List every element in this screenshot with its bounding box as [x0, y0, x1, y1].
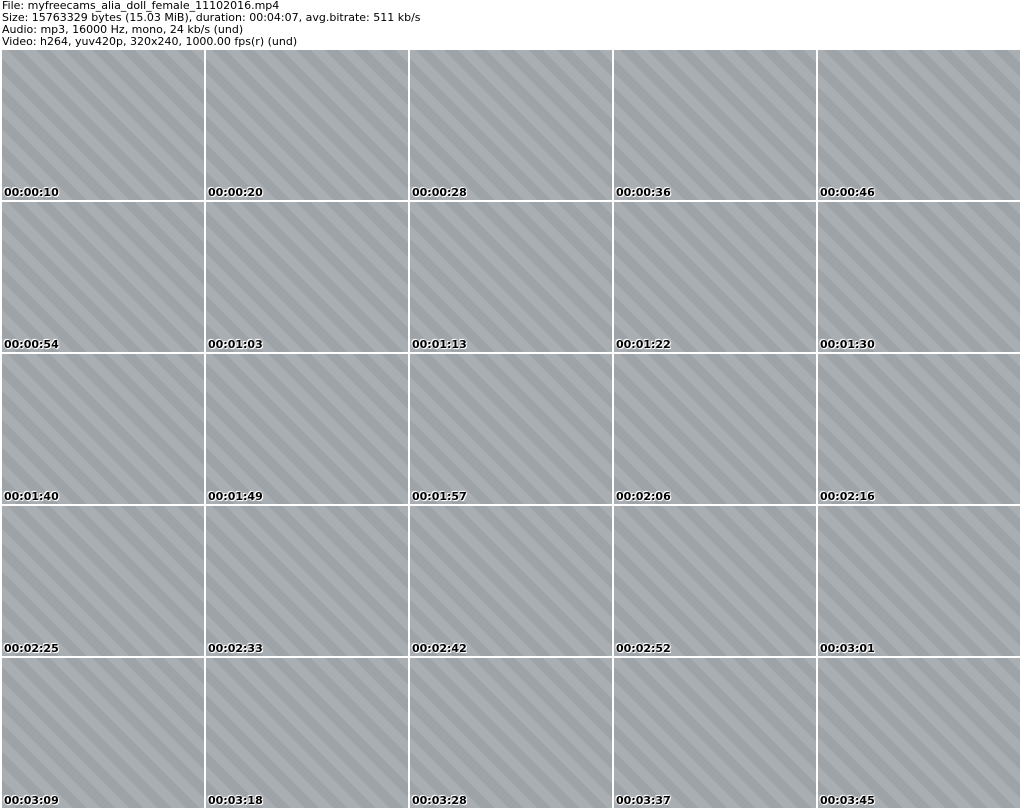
timestamp-label: 00:03:18: [208, 794, 263, 807]
thumbnail-placeholder: [818, 658, 1020, 808]
timestamp-label: 00:03:45: [820, 794, 875, 807]
timestamp-label: 00:00:36: [616, 186, 671, 199]
thumbnail-placeholder: [206, 354, 408, 504]
thumbnail-tile: 00:01:49: [206, 354, 408, 504]
thumbnail-tile: 00:01:30: [818, 202, 1020, 352]
timestamp-label: 00:01:57: [412, 490, 467, 503]
thumbnail-grid: 00:00:10 00:00:20 00:00:28 00:00:36 00:00:46…: [2, 50, 1020, 808]
thumbnail-placeholder: [206, 506, 408, 656]
timestamp-label: 00:02:06: [616, 490, 671, 503]
thumbnail-placeholder: [818, 506, 1020, 656]
thumbnail-tile: 00:00:36: [614, 50, 816, 200]
timestamp-label: 00:01:40: [4, 490, 59, 503]
thumbnail-tile: 00:03:18: [206, 658, 408, 808]
timestamp-label: 00:03:09: [4, 794, 59, 807]
timestamp-label: 00:02:33: [208, 642, 263, 655]
thumbnail-placeholder: [410, 50, 612, 200]
thumbnail-tile: 00:03:37: [614, 658, 816, 808]
thumbnail-tile: 00:00:54: [2, 202, 204, 352]
video-info-line: Video: h264, yuv420p, 320x240, 1000.00 f…: [2, 35, 298, 48]
thumbnail-tile: 00:00:10: [2, 50, 204, 200]
thumbnail-tile: 00:03:01: [818, 506, 1020, 656]
timestamp-label: 00:00:10: [4, 186, 59, 199]
thumbnail-tile: 00:02:06: [614, 354, 816, 504]
timestamp-label: 00:01:03: [208, 338, 263, 351]
thumbnail-tile: 00:02:16: [818, 354, 1020, 504]
timestamp-label: 00:01:13: [412, 338, 467, 351]
timestamp-label: 00:01:22: [616, 338, 671, 351]
thumbnail-tile: 00:00:20: [206, 50, 408, 200]
timestamp-label: 00:02:42: [412, 642, 467, 655]
thumbnail-placeholder: [2, 506, 204, 656]
timestamp-label: 00:01:30: [820, 338, 875, 351]
timestamp-label: 00:02:25: [4, 642, 59, 655]
thumbnail-placeholder: [410, 506, 612, 656]
thumbnail-placeholder: [614, 658, 816, 808]
timestamp-label: 00:01:49: [208, 490, 263, 503]
timestamp-label: 00:00:20: [208, 186, 263, 199]
thumbnail-placeholder: [818, 354, 1020, 504]
thumbnail-placeholder: [2, 50, 204, 200]
thumbnail-placeholder: [206, 50, 408, 200]
thumbnail-tile: 00:03:45: [818, 658, 1020, 808]
thumbnail-tile: 00:02:25: [2, 506, 204, 656]
timestamp-label: 00:02:52: [616, 642, 671, 655]
thumbnail-placeholder: [614, 354, 816, 504]
timestamp-label: 00:00:28: [412, 186, 467, 199]
thumbnail-tile: 00:01:57: [410, 354, 612, 504]
thumbnail-placeholder: [410, 658, 612, 808]
timestamp-label: 00:00:54: [4, 338, 59, 351]
file-info-header: File: myfreecams_alia_doll_female_111020…: [2, 0, 421, 48]
thumbnail-tile: 00:03:28: [410, 658, 612, 808]
timestamp-label: 00:02:16: [820, 490, 875, 503]
timestamp-label: 00:03:28: [412, 794, 467, 807]
thumbnail-placeholder: [818, 50, 1020, 200]
thumbnail-placeholder: [2, 354, 204, 504]
thumbnail-placeholder: [614, 202, 816, 352]
thumbnail-tile: 00:01:22: [614, 202, 816, 352]
thumbnail-placeholder: [206, 658, 408, 808]
thumbnail-placeholder: [614, 50, 816, 200]
thumbnail-placeholder: [614, 506, 816, 656]
thumbnail-tile: 00:00:46: [818, 50, 1020, 200]
thumbnail-placeholder: [2, 202, 204, 352]
thumbnail-placeholder: [2, 658, 204, 808]
thumbnail-tile: 00:01:03: [206, 202, 408, 352]
thumbnail-tile: 00:00:28: [410, 50, 612, 200]
thumbnail-placeholder: [410, 202, 612, 352]
thumbnail-tile: 00:01:13: [410, 202, 612, 352]
thumbnail-tile: 00:02:33: [206, 506, 408, 656]
thumbnail-tile: 00:01:40: [2, 354, 204, 504]
timestamp-label: 00:03:37: [616, 794, 671, 807]
thumbnail-placeholder: [818, 202, 1020, 352]
thumbnail-placeholder: [206, 202, 408, 352]
timestamp-label: 00:00:46: [820, 186, 875, 199]
thumbnail-tile: 00:02:52: [614, 506, 816, 656]
timestamp-label: 00:03:01: [820, 642, 875, 655]
thumbnail-placeholder: [410, 354, 612, 504]
thumbnail-tile: 00:02:42: [410, 506, 612, 656]
thumbnail-tile: 00:03:09: [2, 658, 204, 808]
